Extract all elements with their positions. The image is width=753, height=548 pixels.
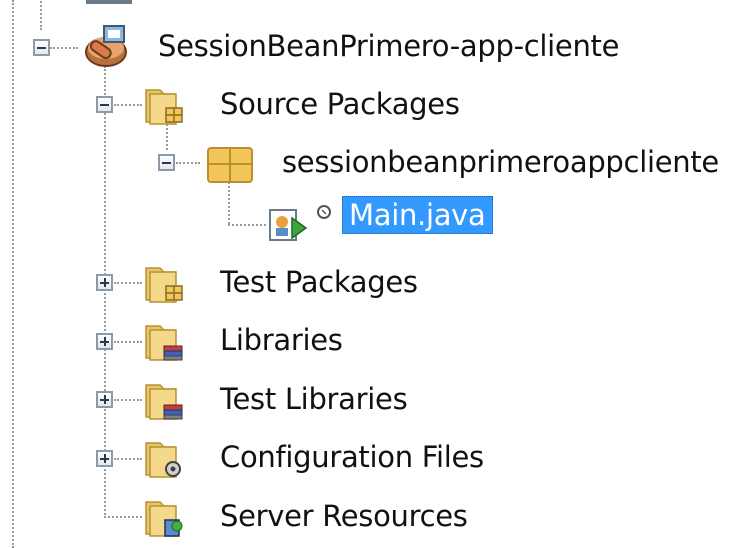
- tree-node-label: sessionbeanprimeroappcliente: [282, 145, 719, 179]
- tree-node-label: Source Packages: [220, 87, 460, 121]
- server-resources-folder-icon: [144, 496, 188, 542]
- tree-connector: [228, 182, 230, 224]
- tree-connector: [114, 399, 142, 401]
- configuration-files-folder-icon: [144, 437, 188, 483]
- expand-toggle-test-libraries[interactable]: [96, 391, 113, 408]
- tree-connector: [40, 0, 42, 30]
- tree-node-source-packages[interactable]: Source Packages: [144, 82, 644, 128]
- tree-node-package[interactable]: sessionbeanprimeroappcliente: [206, 140, 751, 186]
- tree-guide-line: [12, 0, 14, 548]
- tree-node-test-libraries[interactable]: Test Libraries: [144, 377, 544, 423]
- collapse-toggle-source-packages[interactable]: [96, 96, 113, 113]
- tree-node-server-resources[interactable]: Server Resources: [144, 494, 564, 540]
- tree-node-label: Test Libraries: [220, 382, 408, 416]
- tree-node-label: Libraries: [220, 323, 343, 357]
- tree-connector: [228, 224, 266, 226]
- test-libraries-folder-icon: [144, 379, 188, 425]
- test-packages-folder-icon: [144, 262, 188, 308]
- tree-connector: [114, 458, 142, 460]
- tree-node-main-java[interactable]: Main.java: [266, 196, 526, 246]
- tree-node-libraries[interactable]: Libraries: [144, 318, 544, 364]
- tree-connector: [104, 516, 142, 518]
- libraries-folder-icon: [144, 320, 188, 366]
- tree-node-label: Configuration Files: [220, 440, 484, 474]
- expand-toggle-libraries[interactable]: [96, 333, 113, 350]
- tree-connector: [176, 162, 200, 164]
- expand-toggle-test-packages[interactable]: [96, 274, 113, 291]
- tree-node-label: Server Resources: [220, 499, 468, 533]
- package-icon: [206, 146, 254, 188]
- java-main-class-icon: [268, 204, 338, 248]
- tree-node-label: SessionBeanPrimero-app-cliente: [158, 29, 620, 63]
- tree-node-test-packages[interactable]: Test Packages: [144, 260, 544, 306]
- collapse-toggle-package[interactable]: [158, 154, 175, 171]
- tree-connector: [50, 47, 78, 49]
- tree-node-label: Main.java: [342, 196, 493, 234]
- tree-connector: [114, 104, 142, 106]
- collapse-toggle-project[interactable]: [33, 39, 50, 56]
- tree-node-label: Test Packages: [220, 265, 418, 299]
- expand-toggle-configuration-files[interactable]: [96, 450, 113, 467]
- source-packages-folder-icon: [144, 84, 188, 130]
- tree-connector: [114, 341, 142, 343]
- tree-node-project[interactable]: SessionBeanPrimero-app-cliente: [80, 22, 680, 72]
- tree-connector: [114, 282, 142, 284]
- tree-top-marker: [86, 0, 132, 4]
- project-icon: [80, 22, 132, 70]
- tree-node-configuration-files[interactable]: Configuration Files: [144, 435, 564, 481]
